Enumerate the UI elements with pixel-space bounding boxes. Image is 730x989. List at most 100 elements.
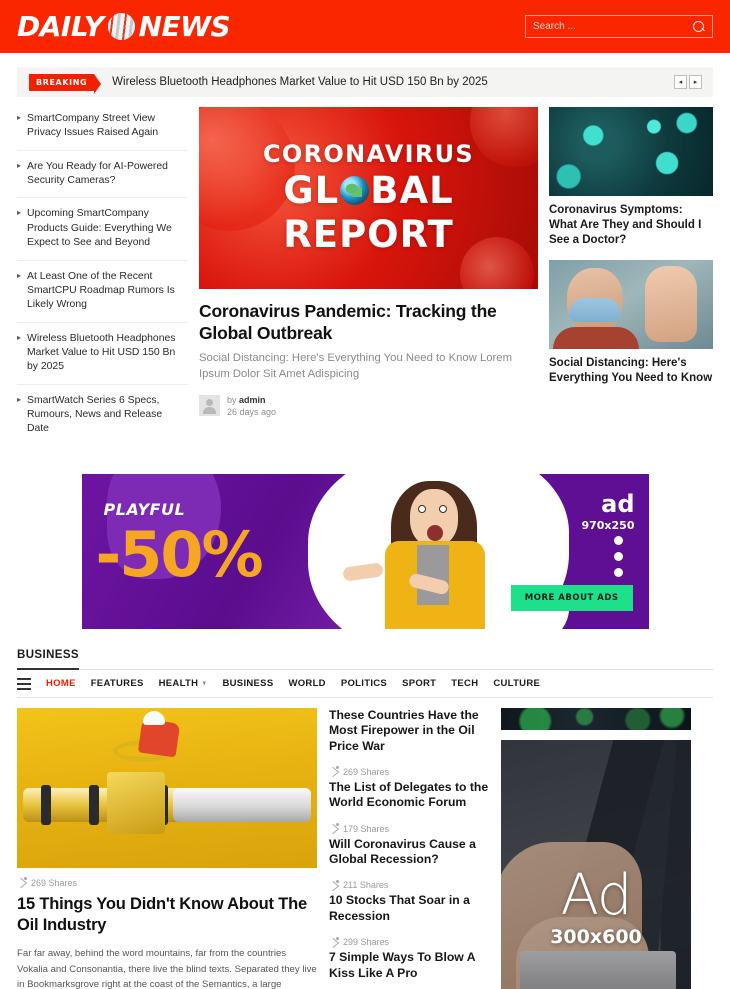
- side-card[interactable]: Coronavirus Symptoms: What Are They and …: [549, 107, 713, 248]
- eye-shape: [439, 504, 447, 513]
- section-title-row: BUSINESS: [17, 649, 713, 670]
- ad-label: ad: [601, 489, 635, 518]
- share-count: 179 Shares: [329, 823, 489, 834]
- article-title[interactable]: 10 Stocks That Soar in a Recession: [329, 893, 489, 924]
- site-logo[interactable]: DAILY NEWS: [17, 9, 231, 44]
- side-ad-300x600[interactable]: Ad 300x600 MORE ABOUT ADS: [501, 739, 691, 989]
- side-card-title[interactable]: Social Distancing: Here's Everything You…: [549, 356, 713, 386]
- share-count-label: 211 Shares: [343, 880, 389, 891]
- article-title[interactable]: The List of Delegates to the World Econo…: [329, 780, 489, 811]
- share-icon: [329, 879, 339, 890]
- ticker-next-button[interactable]: ▸: [689, 75, 702, 89]
- article-title[interactable]: These Countries Have the Most Firepower …: [329, 708, 489, 754]
- page-root: DAILY NEWS BREAKING Wireless Bluetooth H…: [0, 0, 730, 989]
- nav-item-home[interactable]: HOME: [46, 678, 76, 689]
- woman-with-mask-image[interactable]: [549, 259, 713, 349]
- nav-item-business[interactable]: BUSINESS: [222, 678, 273, 689]
- nav-item-culture[interactable]: CULTURE: [493, 678, 540, 689]
- hero-art-line3: REPORT: [283, 213, 454, 256]
- hero-image[interactable]: CORONAVIRUS GL BAL REPORT: [199, 107, 538, 289]
- feature-article-title[interactable]: 15 Things You Didn't Know About The Oil …: [17, 894, 317, 936]
- nav-item-sport[interactable]: SPORT: [402, 678, 436, 689]
- logo-text-daily: DAILY: [17, 10, 104, 43]
- earth-globe-icon: [340, 176, 370, 205]
- hero-art-line2-b: BAL: [370, 169, 454, 212]
- nav-item-politics[interactable]: POLITICS: [341, 678, 387, 689]
- pipe-shape: [173, 787, 311, 822]
- list-item[interactable]: ▸ Are You Ready for AI-Powered Security …: [17, 151, 188, 199]
- hero-title[interactable]: Coronavirus Pandemic: Tracking the Globa…: [199, 300, 538, 344]
- feature-article-excerpt: Far far away, behind the word mountains,…: [17, 947, 317, 989]
- bullet-arrow-icon: ▸: [17, 208, 22, 218]
- nav-item-world[interactable]: WORLD: [288, 678, 325, 689]
- ticker-prev-button[interactable]: ◂: [674, 75, 687, 89]
- side-ad-label-block: Ad 300x600: [501, 862, 691, 948]
- mouth-shape: [427, 524, 443, 541]
- nav-item-features[interactable]: FEATURES: [91, 678, 144, 689]
- hand-shape: [645, 265, 697, 342]
- list-item[interactable]: These Countries Have the Most Firepower …: [329, 708, 489, 754]
- list-item[interactable]: ▸ Wireless Bluetooth Headphones Market V…: [17, 323, 188, 385]
- share-icon: [17, 877, 27, 887]
- flange-shape: [89, 784, 99, 825]
- dot: [613, 551, 623, 561]
- dot: [613, 535, 623, 545]
- share-count-label: 269 Shares: [343, 766, 390, 777]
- list-item[interactable]: 299 Shares 7 Simple Ways To Blow A Kiss …: [329, 936, 489, 981]
- stock-ticker-strip: [501, 707, 691, 730]
- share-count: 269 Shares: [329, 766, 489, 777]
- list-item-label: SmartWatch Series 6 Specs, Rumours, News…: [27, 394, 163, 435]
- nav-item-health[interactable]: HEALTH ▼: [159, 678, 208, 689]
- list-item[interactable]: ▸ At Least One of the Recent SmartCPU Ro…: [17, 261, 188, 323]
- search-input[interactable]: [533, 21, 693, 32]
- list-item[interactable]: ▸ SmartCompany Street View Privacy Issue…: [17, 107, 188, 151]
- bullet-arrow-icon: ▸: [17, 394, 22, 404]
- list-item[interactable]: ▸ SmartWatch Series 6 Specs, Rumours, Ne…: [17, 385, 188, 446]
- article-title[interactable]: 7 Simple Ways To Blow A Kiss Like A Pro: [329, 950, 489, 981]
- virus-particles-image[interactable]: [549, 107, 713, 196]
- search-box[interactable]: [525, 15, 713, 38]
- hero-side-cards: Coronavirus Symptoms: What Are They and …: [549, 107, 713, 446]
- by-label: by: [227, 394, 237, 405]
- ad-model-photo: [342, 479, 507, 629]
- ad-label: Ad: [560, 862, 633, 928]
- hero-byline-text: by admin 26 days ago: [227, 394, 276, 418]
- nav-item-tech[interactable]: TECH: [451, 678, 478, 689]
- business-section: BUSINESS HOME FEATURES HEALTH ▼ BUSINESS…: [17, 649, 713, 698]
- content-grid: 269 Shares 15 Things You Didn't Know Abo…: [17, 707, 713, 989]
- ad-size-block: ad 970x250: [581, 492, 634, 532]
- hero-byline: by admin 26 days ago: [199, 394, 538, 418]
- breaking-news-bar: BREAKING Wireless Bluetooth Headphones M…: [17, 67, 713, 97]
- list-item-label: At Least One of the Recent SmartCPU Road…: [27, 270, 175, 311]
- breaking-headline[interactable]: Wireless Bluetooth Headphones Market Val…: [112, 76, 674, 88]
- ticker-nav: ◂ ▸: [674, 75, 702, 89]
- hero-article[interactable]: CORONAVIRUS GL BAL REPORT Coronavirus Pa…: [199, 107, 538, 446]
- flange-shape: [41, 784, 51, 825]
- share-icon: [329, 936, 339, 947]
- banner-ad-cta-button[interactable]: MORE ABOUT ADS: [510, 584, 633, 611]
- hero-image-caption: CORONAVIRUS GL BAL REPORT: [199, 107, 538, 289]
- share-count-label: 269 Shares: [31, 877, 78, 888]
- hamburger-icon[interactable]: [17, 677, 31, 690]
- author-name[interactable]: admin: [239, 395, 266, 405]
- oil-pipeline-worker-image[interactable]: [17, 707, 317, 868]
- ad-discount-label: -50%: [95, 517, 264, 591]
- bullet-arrow-icon: ▸: [17, 332, 22, 342]
- list-item[interactable]: 211 Shares 10 Stocks That Soar in a Rece…: [329, 879, 489, 924]
- side-card[interactable]: Social Distancing: Here's Everything You…: [549, 259, 713, 386]
- article-title[interactable]: Will Coronavirus Cause a Global Recessio…: [329, 837, 489, 868]
- hero-art-line1: CORONAVIRUS: [263, 140, 474, 168]
- site-header: DAILY NEWS: [0, 0, 730, 53]
- banner-ad-970x250[interactable]: PLAYFUL -50% ad 970x250 MORE ABOUT ADS: [81, 473, 649, 629]
- dot: [613, 567, 623, 577]
- side-card-title[interactable]: Coronavirus Symptoms: What Are They and …: [549, 203, 713, 248]
- list-item[interactable]: 179 Shares Will Coronavirus Cause a Glob…: [329, 823, 489, 868]
- share-count-label: 179 Shares: [343, 823, 390, 834]
- list-item[interactable]: 269 Shares The List of Delegates to the …: [329, 766, 489, 811]
- article-list: These Countries Have the Most Firepower …: [329, 708, 489, 989]
- list-item-label: Are You Ready for AI-Powered Security Ca…: [27, 160, 168, 187]
- hero-excerpt: Social Distancing: Here's Everything You…: [199, 352, 512, 380]
- timestamp: 26 days ago: [227, 406, 277, 417]
- search-icon[interactable]: [693, 20, 705, 33]
- list-item[interactable]: ▸ Upcoming SmartCompany Products Guide: …: [17, 198, 188, 261]
